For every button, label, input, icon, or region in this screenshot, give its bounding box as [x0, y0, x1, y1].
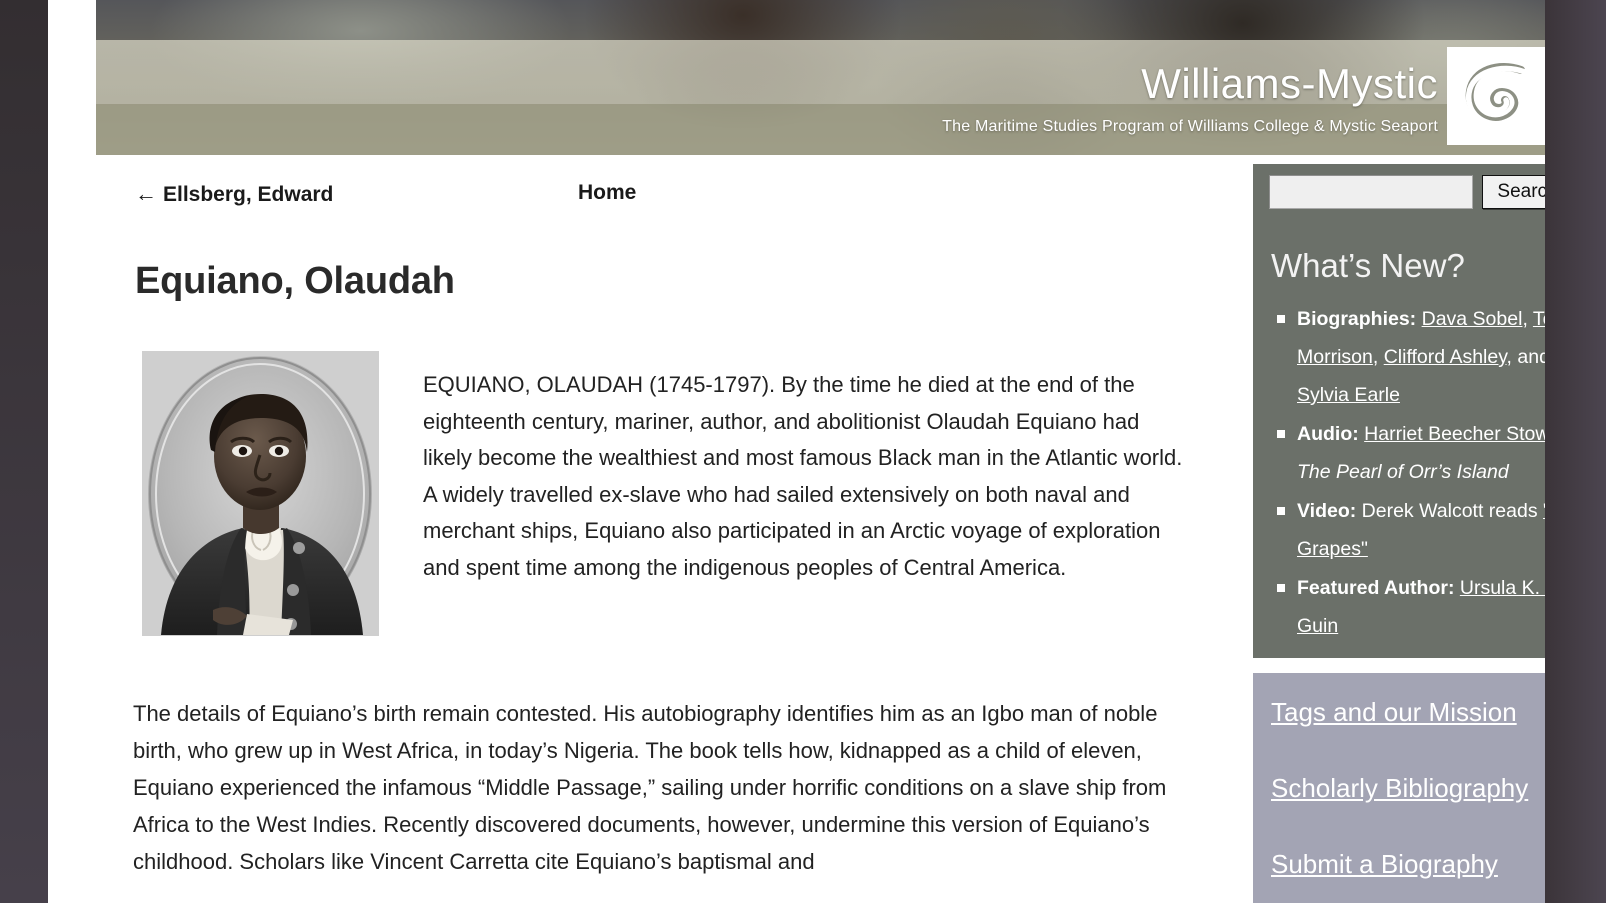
quick-links-list: Tags and our Mission Scholarly Bibliogra…: [1253, 697, 1545, 880]
desktop-left-edge: [0, 0, 48, 903]
whats-new-panel: Search What’s New? Biographies: Dava Sob…: [1253, 164, 1545, 658]
site-banner: Williams-Mystic The Maritime Studies Pro…: [96, 0, 1545, 155]
whats-new-list: Biographies: Dava Sobel, Toni Morrison, …: [1271, 300, 1545, 646]
news-item-label: Audio:: [1297, 423, 1359, 445]
news-item-label: Biographies:: [1297, 308, 1417, 330]
content-area: ← Ellsberg, Edward Home Equiano, Olaudah: [96, 155, 1545, 903]
news-item-label: Featured Author:: [1297, 577, 1455, 599]
desktop-right-edge: [1545, 0, 1606, 903]
breadcrumb-nav: ← Ellsberg, Edward Home: [135, 181, 1135, 211]
spiral-nautilus-icon[interactable]: [1447, 47, 1545, 145]
news-item-text: Derek Walcott reads: [1361, 500, 1538, 522]
page-title: Equiano, Olaudah: [135, 260, 455, 303]
separator: , and: [1506, 346, 1545, 368]
link-submit-a-biography[interactable]: Submit a Biography: [1253, 849, 1545, 880]
whats-new-heading: What’s New?: [1271, 247, 1465, 284]
body-paragraph: The details of Equiano’s birth remain co…: [133, 701, 1167, 874]
previous-entry-link[interactable]: ← Ellsberg, Edward: [135, 181, 333, 207]
home-link[interactable]: Home: [578, 181, 636, 205]
sidebar: Search What’s New? Biographies: Dava Sob…: [1205, 155, 1545, 903]
link-dava-sobel[interactable]: Dava Sobel: [1422, 308, 1523, 330]
search-button[interactable]: Search: [1482, 175, 1545, 209]
search-form: Search: [1269, 175, 1545, 209]
quick-links-panel: Tags and our Mission Scholarly Bibliogra…: [1253, 673, 1545, 903]
list-item: Submit a Biography: [1253, 849, 1545, 880]
site-subtitle: The Maritime Studies Program of Williams…: [942, 118, 1438, 135]
desktop-background: Williams-Mystic The Maritime Studies Pro…: [0, 0, 1606, 903]
browser-page: Williams-Mystic The Maritime Studies Pro…: [48, 0, 1545, 903]
news-item-italic-title: The Pearl of Orr’s Island: [1297, 461, 1509, 483]
link-tags-and-mission[interactable]: Tags and our Mission: [1253, 697, 1545, 728]
site-title: Williams-Mystic: [1141, 60, 1438, 107]
lead-paragraph: EQUIANO, OLAUDAH (1745-1797). By the tim…: [423, 372, 1183, 580]
news-item-label: Video:: [1297, 500, 1357, 522]
list-item: Scholarly Bibliography: [1253, 773, 1545, 804]
link-scholarly-bibliography[interactable]: Scholarly Bibliography: [1253, 773, 1545, 804]
link-sylvia-earle[interactable]: Sylvia Earle: [1297, 384, 1400, 406]
list-item: Featured Author: Ursula K. Le Guin: [1277, 569, 1545, 645]
link-harriet-beecher-stowe[interactable]: Harriet Beecher Stowe's: [1364, 423, 1545, 445]
portrait-image: [142, 351, 379, 636]
separator: ,: [1372, 346, 1384, 368]
list-item: Video: Derek Walcott reads "Sea Grapes": [1277, 492, 1545, 568]
separator: ,: [1522, 308, 1533, 330]
left-arrow-icon: ←: [135, 181, 157, 206]
list-item: Audio: Harriet Beecher Stowe's The Pearl…: [1277, 415, 1545, 491]
previous-entry-label: Ellsberg, Edward: [163, 183, 334, 206]
main-column: ← Ellsberg, Edward Home Equiano, Olaudah: [96, 155, 1205, 903]
list-item: Tags and our Mission: [1253, 697, 1545, 728]
search-input[interactable]: [1269, 175, 1473, 209]
list-item: Biographies: Dava Sobel, Toni Morrison, …: [1277, 300, 1545, 414]
link-clifford-ashley[interactable]: Clifford Ashley: [1384, 346, 1507, 368]
